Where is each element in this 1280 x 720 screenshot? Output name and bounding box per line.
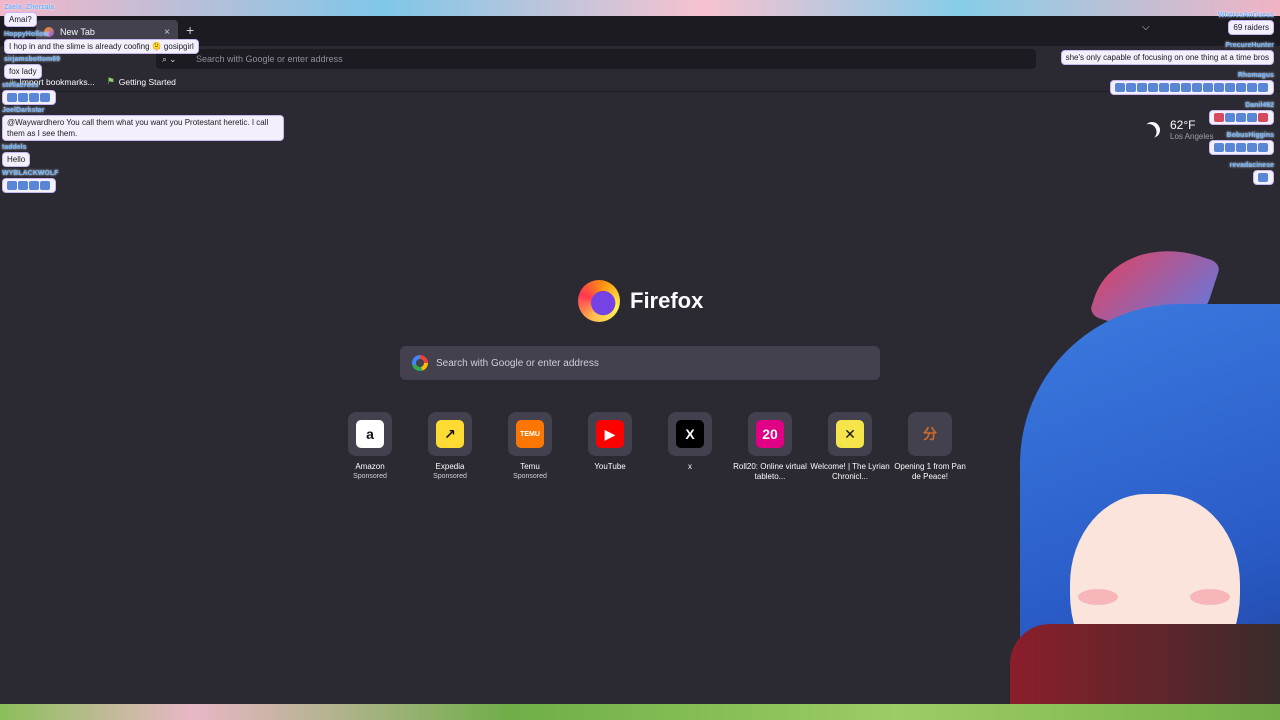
tile-sponsored-label: Sponsored <box>433 473 467 480</box>
site-logo-icon: a <box>356 420 384 448</box>
chat-user: HoppyHollow <box>4 31 49 38</box>
tile-icon-box: X <box>668 412 712 456</box>
emote-bubble <box>2 90 56 105</box>
tile-label: YouTube <box>594 462 626 471</box>
chat-user: JoelDarkstar <box>2 107 45 114</box>
tile-label: Roll20: Online virtual tableto... <box>733 462 807 481</box>
google-icon <box>412 355 428 371</box>
chat-user: WheresAnGuess <box>1217 12 1274 19</box>
tile-icon-box: ↗ <box>428 412 472 456</box>
chat-message: sirjamsbottom69 fox lady <box>4 56 60 79</box>
chat-user: revadacinese <box>1229 162 1274 169</box>
tile-icon-box: ✕ <box>828 412 872 456</box>
tile-icon-box: TEMU <box>508 412 552 456</box>
site-logo-icon: TEMU <box>516 420 544 448</box>
tab-list-chevron-icon[interactable]: ⌵ <box>1142 22 1150 33</box>
tile-label: Temu <box>520 462 540 471</box>
chat-user: WYBLACKWOLF <box>2 170 59 177</box>
chat-text: I hop in and the slime is already coofin… <box>4 39 199 54</box>
chat-message: PrecureHunter she's only capable of focu… <box>1060 42 1274 65</box>
weather-location: Los Angeles <box>1170 132 1214 141</box>
chat-text: she's only capable of focusing on one th… <box>1060 50 1274 65</box>
bookmark-getting-started[interactable]: ⚑ Getting Started <box>107 76 176 87</box>
chat-text: Amai? <box>4 12 37 27</box>
top-site-tile[interactable]: ▶ YouTube <box>570 412 650 472</box>
site-logo-icon: 分 <box>916 420 944 448</box>
chat-message: Zaela_Zherzaia Amai? <box>4 4 54 27</box>
top-site-tile[interactable]: 20 Roll20: Online virtual tableto... <box>730 412 810 482</box>
tile-label: Opening 1 from Pan de Peace! <box>894 462 966 481</box>
stream-background-bottom <box>0 704 1280 720</box>
emote-bubble <box>1209 140 1274 155</box>
tile-icon-box: 20 <box>748 412 792 456</box>
vtuber-avatar <box>980 244 1280 720</box>
tile-icon-box: a <box>348 412 392 456</box>
top-site-tile[interactable]: 分 Opening 1 from Pan de Peace! <box>890 412 970 482</box>
emote-bubble <box>1110 80 1274 95</box>
chat-user: Danil492 <box>1245 102 1274 109</box>
tile-label: Expedia <box>435 462 465 471</box>
chat-user: taddels <box>2 144 27 151</box>
chat-message: stellacross <box>2 82 56 105</box>
firefox-logo-icon <box>578 280 620 322</box>
weather-temp: 62°F <box>1170 118 1196 132</box>
top-site-tile[interactable]: ✕ Welcome! | The Lyrian Chronicl... <box>810 412 890 482</box>
site-logo-icon: ↗ <box>436 420 464 448</box>
bookmark-label: Getting Started <box>118 76 176 87</box>
tile-icon-box: ▶ <box>588 412 632 456</box>
bookmarks-toolbar: ⇩ Import bookmarks... ⚑ Getting Started <box>0 72 1280 92</box>
tile-label: x <box>688 462 692 471</box>
moon-icon <box>1141 119 1163 141</box>
top-sites: a Amazon Sponsored ↗ Expedia Sponsored TEMU Tem… <box>330 412 970 502</box>
chat-user: stellacross <box>2 82 39 89</box>
chevron-down-icon: ⌄ <box>169 53 177 64</box>
chat-message: WheresAnGuess 69 raiders <box>1218 12 1274 35</box>
top-site-tile[interactable]: Xx <box>650 412 730 472</box>
site-logo-icon: X <box>676 420 704 448</box>
top-site-tile[interactable]: a Amazon Sponsored <box>330 412 410 481</box>
chat-message: HoppyHollow I hop in and the slime is al… <box>4 31 199 54</box>
chat-user: Rhomagus <box>1237 72 1274 79</box>
newtab-search-placeholder: Search with Google or enter address <box>436 357 599 369</box>
stream-background-top <box>0 0 1280 16</box>
chat-message: WYBLACKWOLF <box>2 170 58 193</box>
tile-label: Amazon <box>355 462 385 471</box>
newtab-search-input[interactable]: Search with Google or enter address <box>400 346 880 380</box>
tile-sponsored-label: Sponsored <box>513 473 547 480</box>
site-logo-icon: 20 <box>756 420 784 448</box>
chat-text: fox lady <box>4 64 42 79</box>
chat-user: PrecureHunter <box>1225 42 1274 49</box>
chat-text: @Waywardhero You call them what you want… <box>2 115 284 141</box>
chat-message: BobusHiggins <box>1209 132 1274 155</box>
firefox-logo: Firefox <box>578 280 703 322</box>
tile-icon-box: 分 <box>908 412 952 456</box>
chat-message: revadacinese <box>1230 162 1274 185</box>
chat-user: BobusHiggins <box>1226 132 1274 139</box>
url-bar-placeholder: Search with Google or enter address <box>196 54 343 64</box>
search-icon: ⌕ <box>162 53 168 64</box>
firefox-icon: ⚑ <box>106 76 115 86</box>
site-logo-icon: ▶ <box>596 420 624 448</box>
emote-bubble <box>1253 170 1274 185</box>
url-bar[interactable]: ⌕ ⌄ Search with Google or enter address <box>156 49 1036 69</box>
top-site-tile[interactable]: TEMU Temu Sponsored <box>490 412 570 481</box>
chat-message: Rhomagus <box>1110 72 1274 95</box>
chat-message: taddels Hello <box>2 144 31 167</box>
brand-wordmark: Firefox <box>630 288 704 313</box>
tile-sponsored-label: Sponsored <box>353 473 387 480</box>
chat-user: sirjamsbottom69 <box>4 56 61 63</box>
emote-bubble <box>2 178 56 193</box>
site-logo-icon: ✕ <box>836 420 864 448</box>
chat-text: 69 raiders <box>1228 20 1274 35</box>
chat-text: Hello <box>2 152 31 167</box>
weather-widget[interactable]: 62°F Los Angeles <box>1144 118 1214 141</box>
chat-user: Zaela_Zherzaia <box>4 4 55 11</box>
emote-bubble <box>1209 110 1274 125</box>
tile-label: Welcome! | The Lyrian Chronicl... <box>810 462 890 481</box>
chat-message: Danil492 <box>1209 102 1274 125</box>
chat-message: JoelDarkstar @Waywardhero You call them … <box>2 107 284 141</box>
top-site-tile[interactable]: ↗ Expedia Sponsored <box>410 412 490 481</box>
